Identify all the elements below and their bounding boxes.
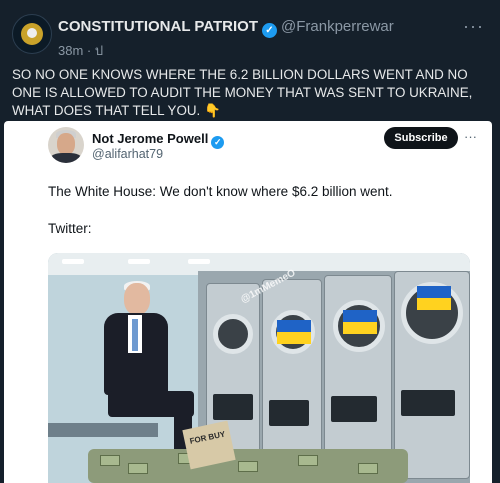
washer-panel bbox=[401, 390, 455, 416]
man-head bbox=[124, 283, 150, 315]
banknote bbox=[358, 463, 378, 474]
tweet-text: SO NO ONE KNOWS WHERE THE 6.2 BILLION DO… bbox=[12, 67, 473, 118]
ceiling-light bbox=[62, 259, 84, 264]
verified-badge-icon: ✓ bbox=[262, 23, 277, 38]
quoted-text-line2: Twitter: bbox=[48, 221, 92, 236]
subscribe-button[interactable]: Subscribe bbox=[384, 127, 458, 149]
washer-panel bbox=[331, 396, 377, 422]
money-pile bbox=[88, 449, 408, 483]
ceiling-light bbox=[128, 259, 150, 264]
ceiling-light bbox=[188, 259, 210, 264]
washer bbox=[394, 271, 470, 479]
avatar-face bbox=[57, 133, 75, 155]
author-name[interactable]: CONSTITUTIONAL PATRIOT bbox=[58, 18, 258, 35]
seated-man bbox=[94, 281, 194, 455]
author-name-row[interactable]: CONSTITUTIONAL PATRIOT ✓ @Frankperrewar bbox=[58, 18, 394, 38]
author-handle[interactable]: @Frankperrewar bbox=[281, 18, 394, 35]
quoted-author-avatar[interactable] bbox=[48, 127, 84, 163]
ukraine-flag bbox=[343, 322, 377, 334]
man-tie bbox=[132, 319, 138, 351]
timestamp[interactable]: 38m · ป bbox=[58, 40, 103, 61]
ukraine-flag bbox=[277, 320, 311, 332]
washer-panel bbox=[213, 394, 253, 420]
verified-badge-icon: ✓ bbox=[211, 136, 225, 149]
quoted-tweet-card[interactable]: Not Jerome Powell ✓ @alifarhat79 Subscrib… bbox=[4, 121, 492, 483]
banknote bbox=[298, 455, 318, 466]
more-icon[interactable]: ··· bbox=[464, 129, 477, 144]
ukraine-flag bbox=[343, 310, 377, 322]
author-avatar[interactable] bbox=[12, 14, 52, 54]
washer-door bbox=[213, 314, 253, 354]
meme-image[interactable]: @1mMemeO FOR BUY bbox=[48, 253, 470, 483]
avatar-suit bbox=[50, 153, 82, 163]
tweet-header: CONSTITUTIONAL PATRIOT ✓ @Frankperrewar 38… bbox=[12, 10, 488, 58]
eagle-head bbox=[27, 28, 37, 38]
quoted-author-handle[interactable]: @alifarhat79 bbox=[92, 147, 163, 161]
tweet-container: CONSTITUTIONAL PATRIOT ✓ @Frankperrewar 38… bbox=[0, 0, 500, 483]
ukraine-flag bbox=[417, 286, 451, 298]
banknote bbox=[238, 461, 258, 472]
quoted-text-line1: The White House: We don't know where $6.… bbox=[48, 184, 393, 199]
washer-panel bbox=[269, 400, 309, 426]
ukraine-flag bbox=[277, 332, 311, 344]
quoted-author-name[interactable]: Not Jerome Powell bbox=[92, 131, 208, 146]
banknote bbox=[128, 463, 148, 474]
more-icon[interactable]: ··· bbox=[463, 16, 484, 37]
washer bbox=[262, 279, 322, 477]
ukraine-flag bbox=[417, 298, 451, 310]
banknote bbox=[100, 455, 120, 466]
